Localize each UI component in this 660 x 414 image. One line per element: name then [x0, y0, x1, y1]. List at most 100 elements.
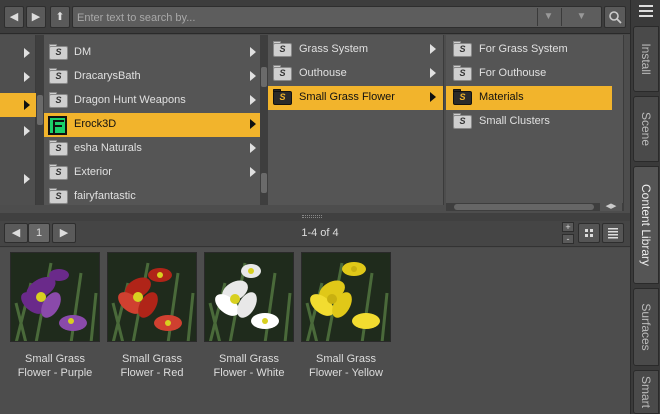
folder-row[interactable]: S For Grass System: [446, 38, 623, 62]
folder-row-selected[interactable]: S Materials: [446, 86, 612, 110]
pane-tab-sidebar: Install Scene Content Library Surfaces S…: [630, 0, 660, 414]
expander-row[interactable]: [0, 169, 35, 189]
folder-icon: S: [49, 68, 68, 84]
flower-thumbnail-purple: [11, 253, 99, 341]
list-view-icon: [608, 228, 618, 239]
asset-thumbnail: [301, 252, 391, 342]
column-scrollbar[interactable]: [260, 35, 268, 205]
expander-row-selected[interactable]: [0, 93, 36, 117]
folder-row[interactable]: S DM: [44, 41, 261, 65]
search-input[interactable]: [77, 9, 537, 26]
folder-label: DracarysBath: [74, 70, 141, 82]
pane-splitter[interactable]: [0, 213, 630, 221]
asset-label-line: Small Grass: [122, 353, 182, 365]
back-button[interactable]: ◀: [4, 6, 24, 28]
folder-icon: S: [49, 140, 68, 156]
erock3d-logo-icon: [48, 116, 67, 135]
asset-label: Small Grass Flower - Yellow: [301, 352, 391, 380]
search-button[interactable]: [604, 6, 626, 28]
folder-icon: S: [49, 188, 68, 204]
asset-tile[interactable]: Small Grass Flower - Yellow: [301, 252, 391, 380]
folder-icon: S: [49, 92, 68, 108]
folder-label: Materials: [479, 91, 524, 103]
chevron-right-icon: [250, 71, 256, 81]
previous-page-button[interactable]: ◀: [4, 223, 28, 243]
flower-thumbnail-red: [108, 253, 196, 341]
page-number[interactable]: 1: [28, 223, 50, 243]
tab-label: Smart: [639, 375, 653, 409]
search-icon: [609, 11, 622, 24]
folder-row-selected[interactable]: Erock3D: [44, 113, 261, 137]
zoom-in-button[interactable]: +: [562, 222, 574, 232]
search-options-dropdown[interactable]: ▼: [561, 8, 601, 26]
asset-label: Small Grass Flower - White: [204, 352, 294, 380]
asset-thumbnail: [10, 252, 100, 342]
next-page-button[interactable]: ▶: [52, 223, 76, 243]
folder-row[interactable]: S Outhouse: [268, 62, 443, 86]
folder-label: fairyfantastic: [74, 190, 136, 202]
tab-content-library[interactable]: Content Library: [633, 166, 659, 284]
expander-row[interactable]: [0, 67, 35, 87]
tab-label: Content Library: [639, 183, 653, 267]
folder-icon: S: [453, 89, 472, 105]
folder-row[interactable]: S Exterior: [44, 161, 261, 185]
pane-menu-icon[interactable]: [639, 5, 653, 17]
folder-row[interactable]: S esha Naturals: [44, 137, 261, 161]
asset-label-line: Flower - Yellow: [309, 367, 383, 379]
asset-grid: Small Grass Flower - Purple Small Grass …: [0, 248, 630, 414]
folder-row[interactable]: S DracarysBath: [44, 65, 261, 89]
chevron-right-icon: [430, 44, 436, 54]
up-folder-button[interactable]: ⬆: [50, 6, 70, 28]
folder-icon: S: [273, 41, 292, 57]
folder-icon: S: [453, 113, 472, 129]
list-view-button[interactable]: [602, 223, 624, 243]
asset-label-line: Flower - Red: [120, 367, 184, 379]
pager-bar: ◀ 1 ▶ 1-4 of 4 + -: [0, 221, 630, 247]
flower-thumbnail-white: [205, 253, 293, 341]
grid-view-icon: [585, 229, 593, 237]
folder-label: DM: [74, 46, 92, 58]
folder-label: For Outhouse: [479, 67, 547, 79]
tab-label: Install: [639, 43, 653, 75]
chevron-right-icon: [250, 143, 256, 153]
folder-row[interactable]: S For Outhouse: [446, 62, 623, 86]
asset-thumbnail: [204, 252, 294, 342]
tree-expander-column: [0, 35, 36, 205]
folder-icon: S: [453, 41, 472, 57]
horizontal-scrollbar[interactable]: ◀▶: [446, 203, 624, 211]
tab-smart[interactable]: Smart: [633, 370, 659, 414]
folder-row[interactable]: S Dragon Hunt Weapons: [44, 89, 261, 113]
expander-row[interactable]: [0, 43, 35, 63]
folder-icon: S: [273, 65, 292, 81]
chevron-right-icon: [250, 119, 256, 129]
asset-label-line: Small Grass: [219, 353, 279, 365]
folder-row[interactable]: S Grass System: [268, 38, 443, 62]
folder-row-selected[interactable]: S Small Grass Flower: [268, 86, 443, 110]
result-count: 1-4 of 4: [301, 227, 339, 239]
asset-tile[interactable]: Small Grass Flower - Purple: [10, 252, 100, 380]
folder-row[interactable]: S fairyfantastic: [44, 185, 261, 205]
folder-label: For Grass System: [479, 43, 568, 55]
tab-scene[interactable]: Scene: [633, 96, 659, 162]
column-scrollbar[interactable]: [36, 35, 44, 205]
tab-surfaces[interactable]: Surfaces: [633, 288, 659, 366]
forward-button[interactable]: ▶: [26, 6, 46, 28]
tab-install[interactable]: Install: [633, 26, 659, 92]
asset-label: Small Grass Flower - Purple: [10, 352, 100, 380]
folder-label: esha Naturals: [74, 142, 142, 154]
asset-tile[interactable]: Small Grass Flower - White: [204, 252, 294, 380]
asset-label-line: Small Grass: [316, 353, 376, 365]
folder-row[interactable]: S Small Clusters: [446, 110, 623, 134]
asset-label-line: Flower - White: [213, 367, 285, 379]
search-filter-dropdown[interactable]: ▼: [537, 8, 559, 26]
folder-label: Outhouse: [299, 67, 347, 79]
asset-tile[interactable]: Small Grass Flower - Red: [107, 252, 197, 380]
chevron-right-icon: [250, 167, 256, 177]
flower-thumbnail-yellow: [302, 253, 390, 341]
toolbar: ◀ ▶ ⬆ ▼ ▼: [0, 0, 630, 34]
expander-row[interactable]: [0, 121, 35, 141]
folder-browser: S DM S DracarysBath S Dragon Hunt Weapon…: [0, 35, 630, 213]
chevron-right-icon: [250, 95, 256, 105]
grid-view-button[interactable]: [578, 223, 600, 243]
zoom-out-button[interactable]: -: [562, 234, 574, 244]
